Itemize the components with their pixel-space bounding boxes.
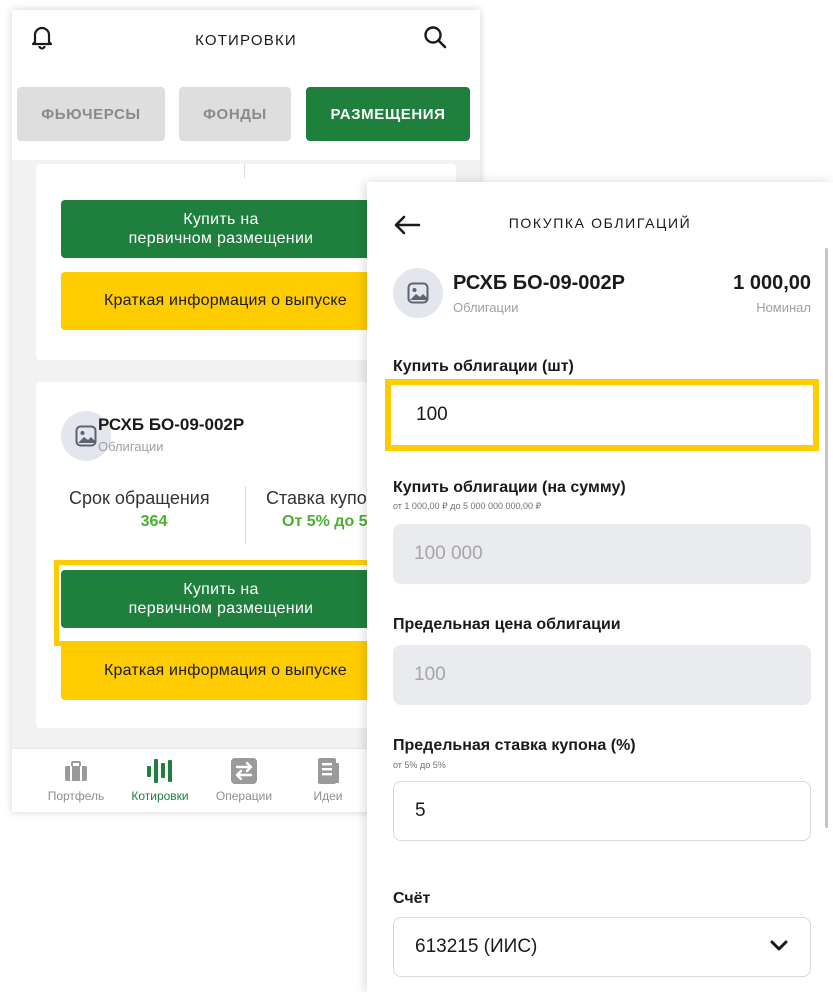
tab-placements[interactable]: РАЗМЕЩЕНИЯ xyxy=(306,87,470,141)
stat-divider xyxy=(245,486,246,544)
sum-input[interactable]: 100 000 xyxy=(393,524,811,584)
briefcase-icon xyxy=(65,761,87,781)
chevron-down-icon xyxy=(770,940,788,951)
tabbar-label: Портфель xyxy=(47,789,105,803)
nominal-value: 1 000,00 xyxy=(733,272,811,294)
sum-value: 100 000 xyxy=(414,543,483,564)
page-title: ПОКУПКА ОБЛИГАЦИЙ xyxy=(508,215,692,231)
stat-divider xyxy=(244,164,245,178)
image-placeholder-icon xyxy=(407,282,429,304)
page-title: КОТИРОВКИ xyxy=(195,32,297,49)
bond-name: РСХБ БО-09-002Р xyxy=(453,272,626,294)
tabbar-label: Котировки xyxy=(131,789,189,803)
sum-hint: от 1 000,00 ₽ до 5 000 000 000,00 ₽ xyxy=(393,501,542,511)
issue-info-label: Краткая информация о выпуске xyxy=(104,292,347,309)
issue-info-button[interactable]: Краткая информация о выпуске xyxy=(61,272,381,330)
exchange-arrows-icon xyxy=(231,758,257,784)
issue-info-button[interactable]: Краткая информация о выпуске xyxy=(61,642,381,700)
limit-price-value: 100 xyxy=(414,664,446,685)
tab-funds[interactable]: ФОНДЫ xyxy=(179,87,291,141)
image-placeholder-icon xyxy=(75,425,97,447)
tabbar-label: Идеи xyxy=(313,789,343,803)
coupon-limit-input[interactable]: 5 xyxy=(393,781,811,841)
bond-type: Облигации xyxy=(453,300,519,315)
limit-price-label: Предельная цена облигации xyxy=(393,616,621,633)
bond-purchase-sheet: ПОКУПКА ОБЛИГАЦИЙ РСХБ БО-09-002Р Облига… xyxy=(367,182,833,992)
account-select[interactable]: 613215 (ИИС) xyxy=(393,917,811,977)
bond-name: РСХБ БО-09-002Р xyxy=(98,415,245,434)
document-icon xyxy=(318,758,339,784)
tabbar-label: Операции xyxy=(215,789,273,803)
tabbar-item-ideas[interactable]: Идеи xyxy=(286,757,370,803)
limit-price-input[interactable]: 100 xyxy=(393,645,811,705)
search-icon[interactable] xyxy=(422,24,448,50)
term-label: Срок обращения xyxy=(69,488,210,508)
account-value: 613215 (ИИС) xyxy=(415,936,538,957)
coupon-limit-hint: от 5% до 5% xyxy=(393,760,446,770)
buy-button-line2: первичном размещении xyxy=(128,230,314,247)
tab-futures[interactable]: ФЬЮЧЕРСЫ xyxy=(17,87,165,141)
buy-button-line2: первичном размещении xyxy=(128,600,314,617)
term-value: 364 xyxy=(140,513,168,530)
buy-primary-button[interactable]: Купить на первичном размещении xyxy=(61,570,381,628)
issue-info-label: Краткая информация о выпуске xyxy=(104,662,347,679)
bond-avatar xyxy=(393,268,443,318)
buy-primary-button[interactable]: Купить на первичном размещении xyxy=(61,200,381,258)
quotes-bars-icon xyxy=(147,759,172,783)
tabbar-item-operations[interactable]: Операции xyxy=(202,757,286,803)
qty-input[interactable]: 100 xyxy=(385,379,819,451)
coupon-limit-value: 5 xyxy=(415,800,426,821)
buy-button-line1: Купить на xyxy=(183,581,259,598)
tabbar-item-quotes[interactable]: Котировки xyxy=(118,757,202,803)
scrollbar[interactable] xyxy=(825,248,828,828)
coupon-limit-label: Предельная ставка купона (%) xyxy=(393,737,636,754)
buy-button-line1: Купить на xyxy=(183,211,259,228)
qty-label: Купить облигации (шт) xyxy=(393,358,574,375)
tabbar-item-portfolio[interactable]: Портфель xyxy=(34,757,118,803)
quotes-header: КОТИРОВКИ ФЬЮЧЕРСЫ ФОНДЫ РАЗМЕЩЕНИЯ xyxy=(12,10,480,160)
nominal-label: Номинал xyxy=(756,300,811,315)
account-label: Счёт xyxy=(393,890,431,907)
bond-type: Облигации xyxy=(98,439,164,454)
sum-label: Купить облигации (на сумму) xyxy=(393,479,626,496)
qty-value: 100 xyxy=(416,404,448,425)
